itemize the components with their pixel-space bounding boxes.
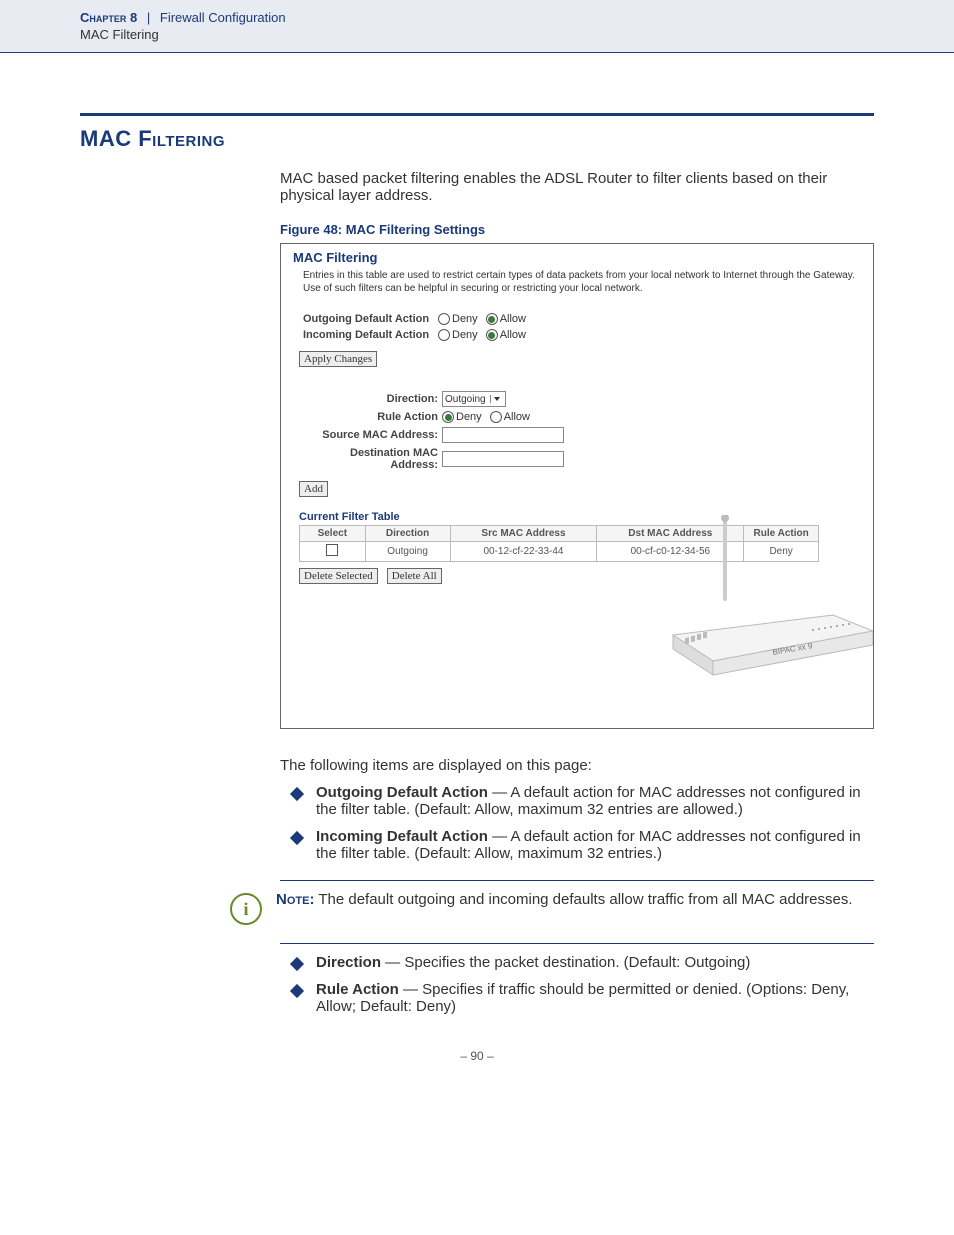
col-direction: Direction bbox=[365, 526, 450, 542]
direction-label: Direction: bbox=[303, 393, 442, 405]
item-term: Rule Action bbox=[316, 981, 399, 998]
radio-label-allow: Allow bbox=[500, 313, 526, 325]
item-desc: — Specifies the packet destination. (Def… bbox=[381, 954, 750, 971]
page-number: – 90 – bbox=[80, 1049, 874, 1063]
dst-mac-input[interactable] bbox=[442, 451, 564, 467]
diamond-bullet-icon bbox=[290, 787, 304, 801]
note-block: i Note: The default outgoing and incomin… bbox=[230, 891, 874, 925]
outgoing-allow-radio[interactable]: Allow bbox=[486, 313, 526, 325]
apply-changes-button[interactable]: Apply Changes bbox=[299, 351, 377, 367]
row-checkbox[interactable] bbox=[326, 544, 338, 556]
item-term: Incoming Default Action bbox=[316, 828, 488, 845]
delete-all-button[interactable]: Delete All bbox=[387, 568, 442, 584]
add-button[interactable]: Add bbox=[299, 481, 328, 497]
outgoing-action-label: Outgoing Default Action bbox=[303, 313, 438, 325]
figure-screenshot: MAC Filtering Entries in this table are … bbox=[280, 243, 874, 729]
chevron-down-icon bbox=[490, 395, 503, 403]
top-rule bbox=[80, 113, 874, 116]
page-header: Chapter 8 | Firewall Configuration MAC F… bbox=[0, 0, 954, 53]
src-mac-label: Source MAC Address: bbox=[303, 429, 442, 441]
diamond-bullet-icon bbox=[290, 831, 304, 845]
list-item: Rule Action — Specifies if traffic shoul… bbox=[280, 981, 874, 1015]
incoming-allow-radio[interactable]: Allow bbox=[486, 329, 526, 341]
item-term: Direction bbox=[316, 954, 381, 971]
info-icon: i bbox=[230, 893, 262, 925]
note-label: Note: bbox=[276, 891, 314, 908]
header-subsection: MAC Filtering bbox=[80, 27, 954, 42]
src-mac-input[interactable] bbox=[442, 427, 564, 443]
list-item: Incoming Default Action — A default acti… bbox=[280, 828, 874, 862]
col-src: Src MAC Address bbox=[450, 526, 597, 542]
col-select: Select bbox=[300, 526, 366, 542]
header-separator: | bbox=[147, 10, 150, 25]
figure-panel-title: MAC Filtering bbox=[293, 250, 861, 265]
direction-selected: Outgoing bbox=[445, 394, 486, 405]
intro-text: MAC based packet filtering enables the A… bbox=[280, 170, 874, 204]
diamond-bullet-icon bbox=[290, 984, 304, 998]
radio-label-deny2: Deny bbox=[452, 329, 478, 341]
list-item: Outgoing Default Action — A default acti… bbox=[280, 784, 874, 818]
radio-label-deny: Deny bbox=[452, 313, 478, 325]
router-device-image: BIPAC xx 9 bbox=[663, 515, 874, 688]
radio-label-deny3: Deny bbox=[456, 411, 482, 423]
after-figure-text: The following items are displayed on thi… bbox=[280, 757, 874, 774]
incoming-deny-radio[interactable]: Deny bbox=[438, 329, 478, 341]
header-section: Firewall Configuration bbox=[160, 10, 286, 25]
radio-label-allow2: Allow bbox=[500, 329, 526, 341]
rule-deny-radio[interactable]: Deny bbox=[442, 411, 482, 423]
section-title: MAC Filtering bbox=[80, 126, 874, 152]
figure-panel-desc: Entries in this table are used to restri… bbox=[303, 269, 861, 295]
outgoing-deny-radio[interactable]: Deny bbox=[438, 313, 478, 325]
rule-allow-radio[interactable]: Allow bbox=[490, 411, 530, 423]
direction-select[interactable]: Outgoing bbox=[442, 391, 506, 407]
divider bbox=[280, 880, 874, 881]
dst-mac-label: Destination MAC Address: bbox=[303, 447, 442, 471]
radio-label-allow3: Allow bbox=[504, 411, 530, 423]
item-term: Outgoing Default Action bbox=[316, 784, 488, 801]
figure-caption: Figure 48: MAC Filtering Settings bbox=[280, 222, 874, 237]
divider bbox=[280, 943, 874, 944]
note-text: The default outgoing and incoming defaul… bbox=[314, 891, 852, 908]
delete-selected-button[interactable]: Delete Selected bbox=[299, 568, 378, 584]
header-chapter: Chapter 8 bbox=[80, 10, 137, 25]
rule-action-label: Rule Action bbox=[303, 411, 442, 423]
diamond-bullet-icon bbox=[290, 957, 304, 971]
incoming-action-label: Incoming Default Action bbox=[303, 329, 438, 341]
list-item: Direction — Specifies the packet destina… bbox=[280, 954, 874, 971]
cell-src: 00-12-cf-22-33-44 bbox=[450, 542, 597, 562]
cell-direction: Outgoing bbox=[365, 542, 450, 562]
